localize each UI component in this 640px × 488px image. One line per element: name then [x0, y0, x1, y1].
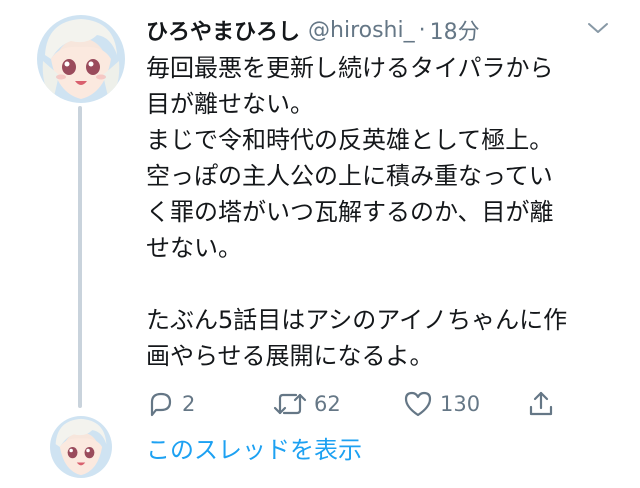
reply-icon — [150, 392, 172, 417]
tweet-line: 毎回最悪を更新し続けるタイパラから — [146, 54, 554, 82]
separator-dot: · — [418, 17, 426, 43]
thread-line — [78, 106, 82, 408]
avatar[interactable] — [37, 15, 125, 103]
tweet-line: く罪の塔がいつ瓦解するのか、目が離 — [146, 198, 554, 226]
tweet-line: 画やらせる展開になるよ。 — [146, 342, 434, 370]
reply-count: 2 — [182, 392, 196, 416]
avatar-illustration — [42, 19, 120, 101]
tweet-line: まじで令和時代の反英雄として極上。 — [146, 126, 554, 154]
user-handle[interactable]: @hiroshi_ — [308, 18, 415, 43]
show-thread-link[interactable]: このスレッドを表示 — [146, 430, 362, 465]
reply-button[interactable]: 2 — [146, 386, 195, 422]
share-icon — [529, 391, 553, 416]
share-button[interactable] — [526, 386, 556, 422]
tweet-line: 目が離せない。 — [146, 90, 314, 118]
retweet-count: 62 — [314, 392, 341, 416]
thread-avatar[interactable] — [50, 416, 112, 478]
tweet-line: たぶん5話目はアシのアイノちゃんに作 — [146, 306, 568, 334]
tweet-text: 毎回最悪を更新し続けるタイパラから 目が離せない。 まじで令和時代の反英雄として… — [146, 50, 616, 374]
heart-icon — [404, 391, 432, 417]
display-name[interactable]: ひろやまひろし — [146, 14, 300, 46]
tweet-time[interactable]: 18分 — [430, 14, 480, 46]
tweet-line: 空っぽの主人公の上に積み重なってい — [146, 162, 553, 190]
chevron-down-icon[interactable] — [586, 20, 610, 36]
retweet-button[interactable]: 62 — [272, 386, 341, 422]
tweet-line: せない。 — [146, 234, 242, 262]
tweet-header: ひろやまひろし @hiroshi_ · 18分 — [146, 14, 480, 46]
retweet-icon — [273, 393, 307, 415]
avatar-illustration — [55, 418, 107, 476]
like-button[interactable]: 130 — [402, 386, 480, 422]
like-count: 130 — [440, 392, 481, 416]
